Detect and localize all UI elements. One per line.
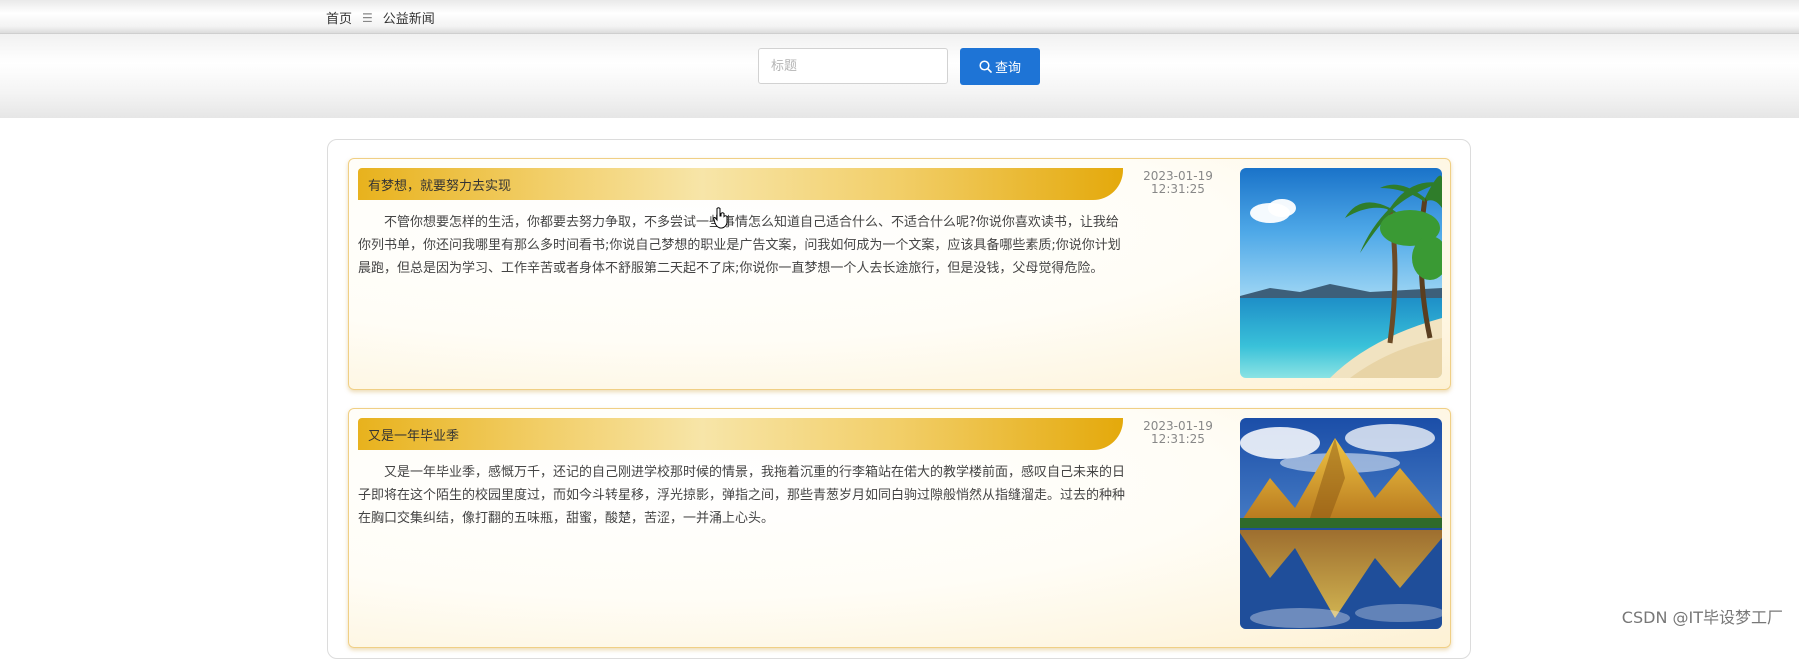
news-date-time: 12:31:25	[1151, 182, 1205, 196]
breadcrumb: 首页 ☰ 公益新闻	[326, 8, 435, 28]
news-summary: 又是一年毕业季，感慨万千，还记的自己刚进学校那时候的情景，我拖着沉重的行李箱站在…	[358, 465, 1126, 526]
news-card[interactable]: 又是一年毕业季 2023-01-19 12:31:25 又是一年毕业季，感慨万千…	[348, 408, 1451, 648]
breadcrumb-separator-icon: ☰	[362, 10, 373, 25]
search-icon	[979, 60, 992, 73]
news-title[interactable]: 又是一年毕业季	[358, 418, 1123, 450]
watermark-text: CSDN @IT毕设梦工厂	[1621, 608, 1783, 627]
search-button[interactable]: 查询	[960, 48, 1040, 85]
breadcrumb-current-link[interactable]: 公益新闻	[383, 8, 435, 27]
news-date: 2023-01-19 12:31:25	[1123, 420, 1233, 446]
news-summary: 不管你想要怎样的生活，你都要去努力争取，不多尝试一些事情怎么知道自己适合什么、不…	[358, 215, 1121, 276]
news-list: 有梦想，就要努力去实现 2023-01-19 12:31:25 不管你想要怎样的…	[327, 139, 1471, 659]
breadcrumb-home-link[interactable]: 首页	[326, 8, 352, 27]
news-title[interactable]: 有梦想，就要努力去实现	[358, 168, 1123, 200]
search-bar: 查询	[0, 34, 1799, 118]
breadcrumb-bar: 首页 ☰ 公益新闻	[0, 0, 1799, 34]
news-thumbnail[interactable]	[1240, 168, 1442, 378]
news-thumbnail[interactable]	[1240, 418, 1442, 629]
news-date-time: 12:31:25	[1151, 432, 1205, 446]
news-card[interactable]: 有梦想，就要努力去实现 2023-01-19 12:31:25 不管你想要怎样的…	[348, 158, 1451, 390]
mountain-lake-image	[1240, 418, 1442, 629]
title-search-input[interactable]	[758, 48, 948, 84]
search-button-label: 查询	[994, 61, 1021, 76]
hand-pointer-cursor-icon	[713, 207, 729, 233]
beach-palm-image	[1240, 168, 1442, 378]
news-date: 2023-01-19 12:31:25	[1123, 170, 1233, 196]
